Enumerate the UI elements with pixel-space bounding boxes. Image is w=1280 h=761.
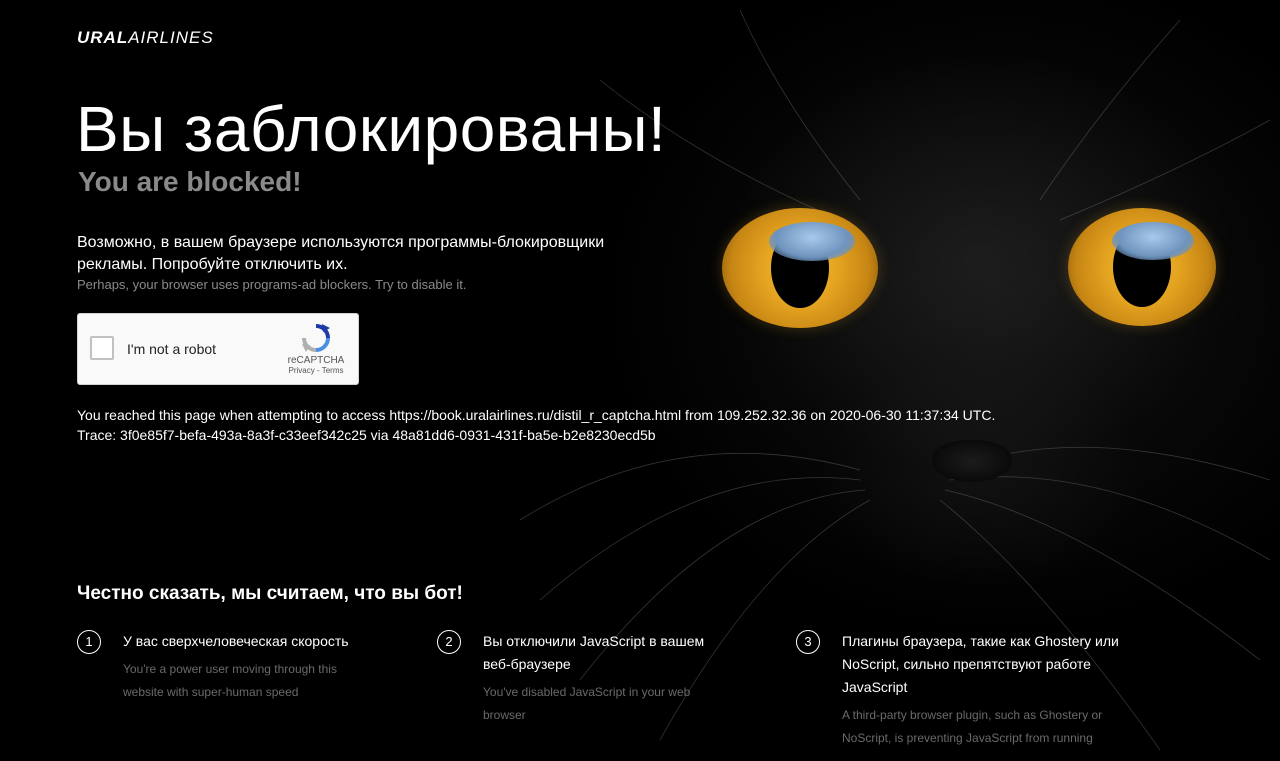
recaptcha-logo: reCAPTCHA Privacy - Terms [284, 322, 348, 375]
cat-right-eye [1068, 208, 1216, 326]
reason-text-ru: Вы отключили JavaScript в вашем веб-брау… [483, 633, 705, 672]
page-title-en: You are blocked! [78, 166, 302, 197]
reason-text-en: A third-party browser plugin, such as Gh… [842, 708, 1103, 745]
blocked-page: URALAIRLINES Вы заблокированы! You are b… [0, 0, 1280, 761]
recaptcha-label: I'm not a robot [127, 341, 217, 357]
bot-section-title: Честно сказать, мы считаем, что вы бот! [77, 583, 463, 604]
access-info-line: You reached this page when attempting to… [77, 407, 996, 423]
reason-text-ru: У вас сверхчеловеческая скорость [123, 633, 349, 649]
reason-text-en: You've disabled JavaScript in your web b… [483, 685, 691, 722]
description-en: Perhaps, your browser uses programs-ad b… [77, 277, 467, 292]
description-ru: Возможно, в вашем браузере используются … [77, 234, 605, 273]
recaptcha-icon [302, 324, 330, 352]
cat-left-eye-reflection [768, 222, 855, 261]
ural-airlines-logo[interactable]: URALAIRLINES [77, 28, 214, 48]
trace-info-line: Trace: 3f0e85f7-befa-493a-8a3f-c33eef342… [77, 427, 656, 443]
access-info: You reached this page when attempting to… [77, 405, 995, 445]
recaptcha-widget: I'm not a robot reCAPTCHA Privacy - Term… [77, 313, 359, 385]
cat-right-eye-reflection [1112, 222, 1194, 260]
reason-number-badge: 2 [437, 630, 461, 654]
reason-number-badge: 1 [77, 630, 101, 654]
logo-text-light: AIRLINES [128, 28, 214, 47]
cat-nose [932, 440, 1012, 482]
page-title-ru: Вы заблокированы! [76, 93, 667, 165]
recaptcha-privacy-terms-link[interactable]: Privacy - Terms [284, 366, 348, 375]
reason-text-en: You're a power user moving through this … [123, 662, 337, 699]
cat-left-eye [722, 208, 878, 328]
recaptcha-brand: reCAPTCHA [287, 355, 345, 366]
recaptcha-checkbox[interactable] [90, 336, 114, 360]
logo-text-bold: URAL [77, 28, 129, 47]
reason-number-badge: 3 [796, 630, 820, 654]
reason-text-ru: Плагины браузера, такие как Ghostery или… [842, 633, 1119, 695]
